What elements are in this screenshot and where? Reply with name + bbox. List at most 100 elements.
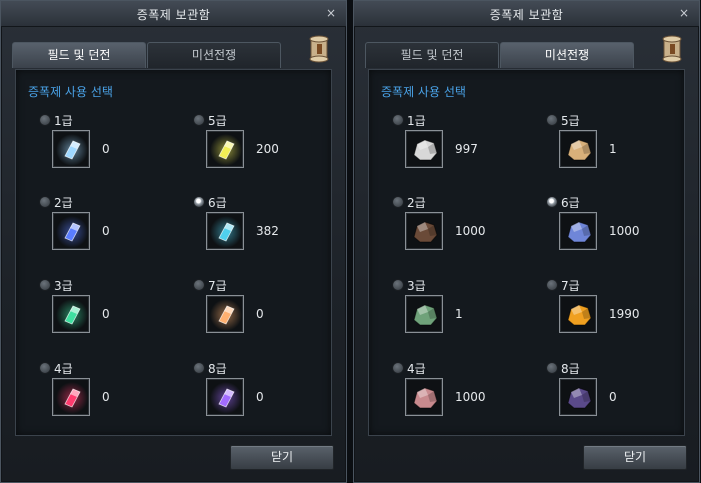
crystal-icon[interactable] (52, 295, 90, 333)
close-button[interactable]: 닫기 (230, 445, 334, 470)
ore-icon[interactable] (559, 378, 597, 416)
item-count: 0 (102, 307, 110, 321)
grade-radio[interactable] (546, 114, 558, 126)
grade-radio[interactable] (39, 362, 51, 374)
title-bar[interactable]: 증폭제 보관함 × (354, 1, 699, 27)
close-icon[interactable]: × (324, 6, 338, 20)
grade-label: 2급 (54, 196, 73, 210)
booster-slot: 5급 200 (188, 110, 338, 180)
ore-icon[interactable] (405, 130, 443, 168)
grade-radio[interactable] (39, 114, 51, 126)
tab-mission-war[interactable]: 미션전쟁 (500, 42, 634, 68)
grade-radio[interactable] (546, 279, 558, 291)
item-count: 0 (256, 390, 264, 404)
booster-slot: 4급 1000 (387, 358, 537, 428)
booster-slot: 7급 1990 (541, 275, 691, 345)
grade-radio[interactable] (193, 114, 205, 126)
booster-slot: 1급 0 (34, 110, 184, 180)
grade-radio[interactable] (39, 196, 51, 208)
booster-slot: 4급 0 (34, 358, 184, 428)
tab-field-dungeon[interactable]: 필드 및 던전 (12, 42, 146, 68)
booster-slot: 8급 0 (541, 358, 691, 428)
grade-radio[interactable] (546, 362, 558, 374)
grade-label: 8급 (208, 362, 227, 376)
crystal-icon[interactable] (52, 212, 90, 250)
booster-slot: 1급 997 (387, 110, 537, 180)
ore-icon[interactable] (559, 130, 597, 168)
crystal-icon[interactable] (52, 378, 90, 416)
grade-label: 8급 (561, 362, 580, 376)
booster-slot: 7급 0 (188, 275, 338, 345)
grade-label: 6급 (561, 196, 580, 210)
grade-label: 1급 (54, 114, 73, 128)
item-count: 1000 (609, 224, 640, 238)
grade-label: 7급 (561, 279, 580, 293)
ore-icon[interactable] (405, 378, 443, 416)
scroll-help-icon[interactable] (306, 33, 334, 63)
grade-radio[interactable] (39, 279, 51, 291)
booster-panel: 증폭제 사용 선택 1급 997 2급 1000 3급 1 4급 1000 5급 (368, 69, 685, 436)
storage-window-mission: 증폭제 보관함 × 필드 및 던전 미션전쟁 증폭제 사용 선택 1급 997 2… (353, 0, 700, 483)
grade-label: 4급 (407, 362, 426, 376)
grade-radio[interactable] (193, 196, 205, 208)
crystal-icon[interactable] (52, 130, 90, 168)
grade-label: 3급 (54, 279, 73, 293)
ore-icon[interactable] (559, 295, 597, 333)
item-count: 200 (256, 142, 279, 156)
window-title: 증폭제 보관함 (136, 8, 211, 22)
grade-label: 7급 (208, 279, 227, 293)
ore-icon[interactable] (559, 212, 597, 250)
grade-label: 5급 (561, 114, 580, 128)
grade-radio[interactable] (193, 362, 205, 374)
crystal-icon[interactable] (206, 295, 244, 333)
storage-window-field: 증폭제 보관함 × 필드 및 던전 미션전쟁 증폭제 사용 선택 1급 0 2급 (0, 0, 347, 483)
grade-radio[interactable] (546, 196, 558, 208)
booster-slot: 3급 1 (387, 275, 537, 345)
tab-field-dungeon[interactable]: 필드 및 던전 (365, 42, 499, 68)
item-count: 0 (102, 142, 110, 156)
item-count: 1 (609, 142, 617, 156)
grade-label: 4급 (54, 362, 73, 376)
grade-radio[interactable] (392, 196, 404, 208)
crystal-icon[interactable] (206, 212, 244, 250)
grade-label: 5급 (208, 114, 227, 128)
grade-label: 1급 (407, 114, 426, 128)
title-bar[interactable]: 증폭제 보관함 × (1, 1, 346, 27)
section-title: 증폭제 사용 선택 (28, 85, 113, 99)
item-count: 0 (256, 307, 264, 321)
crystal-icon[interactable] (206, 378, 244, 416)
booster-panel: 증폭제 사용 선택 1급 0 2급 0 3급 0 4급 0 5급 200 6급 … (15, 69, 332, 436)
tab-mission-war[interactable]: 미션전쟁 (147, 42, 281, 68)
item-count: 1000 (455, 224, 486, 238)
item-count: 1 (455, 307, 463, 321)
ore-icon[interactable] (405, 212, 443, 250)
item-count: 997 (455, 142, 478, 156)
booster-slot: 2급 0 (34, 192, 184, 262)
grade-radio[interactable] (392, 362, 404, 374)
grade-radio[interactable] (392, 279, 404, 291)
grade-label: 2급 (407, 196, 426, 210)
grade-label: 6급 (208, 196, 227, 210)
grade-radio[interactable] (193, 279, 205, 291)
close-icon[interactable]: × (677, 6, 691, 20)
booster-slot: 3급 0 (34, 275, 184, 345)
window-title: 증폭제 보관함 (489, 8, 564, 22)
booster-slot: 6급 1000 (541, 192, 691, 262)
grade-radio[interactable] (392, 114, 404, 126)
booster-slot: 2급 1000 (387, 192, 537, 262)
scroll-help-icon[interactable] (659, 33, 687, 63)
grade-label: 3급 (407, 279, 426, 293)
item-count: 0 (102, 224, 110, 238)
item-count: 0 (609, 390, 617, 404)
item-count: 1000 (455, 390, 486, 404)
item-count: 382 (256, 224, 279, 238)
item-count: 0 (102, 390, 110, 404)
booster-slot: 6급 382 (188, 192, 338, 262)
crystal-icon[interactable] (206, 130, 244, 168)
section-title: 증폭제 사용 선택 (381, 85, 466, 99)
booster-slot: 8급 0 (188, 358, 338, 428)
item-count: 1990 (609, 307, 640, 321)
ore-icon[interactable] (405, 295, 443, 333)
close-button[interactable]: 닫기 (583, 445, 687, 470)
booster-slot: 5급 1 (541, 110, 691, 180)
